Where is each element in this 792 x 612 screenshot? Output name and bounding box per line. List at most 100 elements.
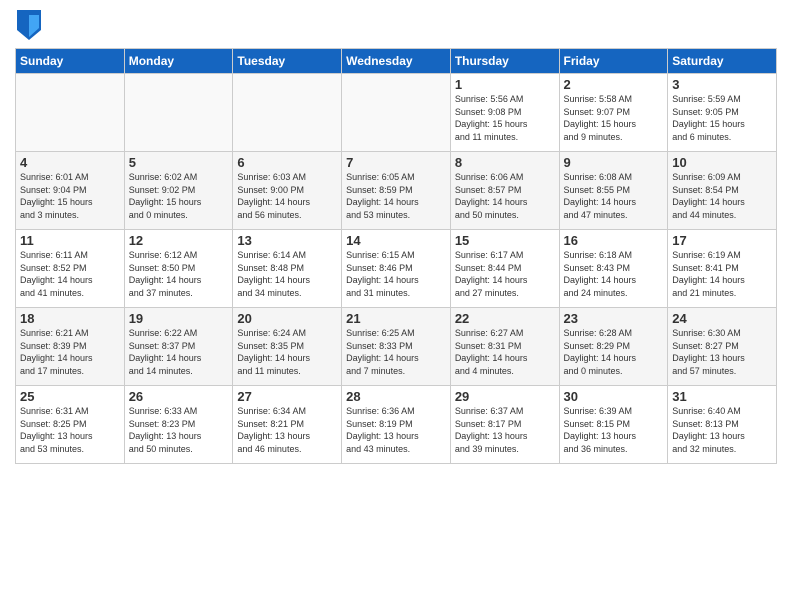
calendar-week-3: 11Sunrise: 6:11 AM Sunset: 8:52 PM Dayli… [16, 230, 777, 308]
calendar-cell: 9Sunrise: 6:08 AM Sunset: 8:55 PM Daylig… [559, 152, 668, 230]
day-info: Sunrise: 6:31 AM Sunset: 8:25 PM Dayligh… [20, 405, 120, 455]
day-number: 20 [237, 311, 337, 326]
calendar-cell: 11Sunrise: 6:11 AM Sunset: 8:52 PM Dayli… [16, 230, 125, 308]
day-info: Sunrise: 6:03 AM Sunset: 9:00 PM Dayligh… [237, 171, 337, 221]
calendar-week-5: 25Sunrise: 6:31 AM Sunset: 8:25 PM Dayli… [16, 386, 777, 464]
calendar-cell: 14Sunrise: 6:15 AM Sunset: 8:46 PM Dayli… [342, 230, 451, 308]
day-number: 18 [20, 311, 120, 326]
day-number: 23 [564, 311, 664, 326]
calendar-week-2: 4Sunrise: 6:01 AM Sunset: 9:04 PM Daylig… [16, 152, 777, 230]
day-number: 31 [672, 389, 772, 404]
calendar-cell [16, 74, 125, 152]
day-number: 29 [455, 389, 555, 404]
header-saturday: Saturday [668, 49, 777, 74]
day-info: Sunrise: 6:05 AM Sunset: 8:59 PM Dayligh… [346, 171, 446, 221]
day-number: 12 [129, 233, 229, 248]
day-info: Sunrise: 6:11 AM Sunset: 8:52 PM Dayligh… [20, 249, 120, 299]
calendar-cell: 18Sunrise: 6:21 AM Sunset: 8:39 PM Dayli… [16, 308, 125, 386]
day-info: Sunrise: 6:39 AM Sunset: 8:15 PM Dayligh… [564, 405, 664, 455]
calendar-week-4: 18Sunrise: 6:21 AM Sunset: 8:39 PM Dayli… [16, 308, 777, 386]
calendar-cell: 15Sunrise: 6:17 AM Sunset: 8:44 PM Dayli… [450, 230, 559, 308]
day-info: Sunrise: 6:12 AM Sunset: 8:50 PM Dayligh… [129, 249, 229, 299]
day-number: 22 [455, 311, 555, 326]
header-tuesday: Tuesday [233, 49, 342, 74]
day-info: Sunrise: 6:33 AM Sunset: 8:23 PM Dayligh… [129, 405, 229, 455]
calendar-cell: 4Sunrise: 6:01 AM Sunset: 9:04 PM Daylig… [16, 152, 125, 230]
calendar-cell: 1Sunrise: 5:56 AM Sunset: 9:08 PM Daylig… [450, 74, 559, 152]
day-number: 21 [346, 311, 446, 326]
day-number: 27 [237, 389, 337, 404]
day-number: 15 [455, 233, 555, 248]
calendar-week-1: 1Sunrise: 5:56 AM Sunset: 9:08 PM Daylig… [16, 74, 777, 152]
header-wednesday: Wednesday [342, 49, 451, 74]
day-number: 25 [20, 389, 120, 404]
calendar-cell: 24Sunrise: 6:30 AM Sunset: 8:27 PM Dayli… [668, 308, 777, 386]
day-number: 24 [672, 311, 772, 326]
day-info: Sunrise: 6:34 AM Sunset: 8:21 PM Dayligh… [237, 405, 337, 455]
calendar-cell [342, 74, 451, 152]
day-number: 9 [564, 155, 664, 170]
calendar-cell [124, 74, 233, 152]
header-thursday: Thursday [450, 49, 559, 74]
day-number: 8 [455, 155, 555, 170]
day-number: 6 [237, 155, 337, 170]
day-info: Sunrise: 5:58 AM Sunset: 9:07 PM Dayligh… [564, 93, 664, 143]
day-info: Sunrise: 6:15 AM Sunset: 8:46 PM Dayligh… [346, 249, 446, 299]
header-monday: Monday [124, 49, 233, 74]
day-number: 4 [20, 155, 120, 170]
calendar-cell: 2Sunrise: 5:58 AM Sunset: 9:07 PM Daylig… [559, 74, 668, 152]
calendar-cell: 17Sunrise: 6:19 AM Sunset: 8:41 PM Dayli… [668, 230, 777, 308]
calendar-cell: 25Sunrise: 6:31 AM Sunset: 8:25 PM Dayli… [16, 386, 125, 464]
day-number: 13 [237, 233, 337, 248]
day-number: 5 [129, 155, 229, 170]
day-number: 7 [346, 155, 446, 170]
day-info: Sunrise: 6:06 AM Sunset: 8:57 PM Dayligh… [455, 171, 555, 221]
logo [15, 10, 41, 40]
calendar-cell: 6Sunrise: 6:03 AM Sunset: 9:00 PM Daylig… [233, 152, 342, 230]
day-info: Sunrise: 6:30 AM Sunset: 8:27 PM Dayligh… [672, 327, 772, 377]
calendar-cell: 8Sunrise: 6:06 AM Sunset: 8:57 PM Daylig… [450, 152, 559, 230]
day-info: Sunrise: 5:56 AM Sunset: 9:08 PM Dayligh… [455, 93, 555, 143]
calendar-cell: 3Sunrise: 5:59 AM Sunset: 9:05 PM Daylig… [668, 74, 777, 152]
day-number: 17 [672, 233, 772, 248]
calendar-header-row: SundayMondayTuesdayWednesdayThursdayFrid… [16, 49, 777, 74]
calendar-cell: 21Sunrise: 6:25 AM Sunset: 8:33 PM Dayli… [342, 308, 451, 386]
day-info: Sunrise: 6:01 AM Sunset: 9:04 PM Dayligh… [20, 171, 120, 221]
day-number: 11 [20, 233, 120, 248]
day-number: 14 [346, 233, 446, 248]
day-info: Sunrise: 6:28 AM Sunset: 8:29 PM Dayligh… [564, 327, 664, 377]
day-info: Sunrise: 6:19 AM Sunset: 8:41 PM Dayligh… [672, 249, 772, 299]
calendar-table: SundayMondayTuesdayWednesdayThursdayFrid… [15, 48, 777, 464]
day-info: Sunrise: 6:18 AM Sunset: 8:43 PM Dayligh… [564, 249, 664, 299]
day-info: Sunrise: 6:25 AM Sunset: 8:33 PM Dayligh… [346, 327, 446, 377]
day-info: Sunrise: 6:37 AM Sunset: 8:17 PM Dayligh… [455, 405, 555, 455]
day-number: 28 [346, 389, 446, 404]
day-info: Sunrise: 6:08 AM Sunset: 8:55 PM Dayligh… [564, 171, 664, 221]
calendar-cell: 5Sunrise: 6:02 AM Sunset: 9:02 PM Daylig… [124, 152, 233, 230]
day-info: Sunrise: 6:24 AM Sunset: 8:35 PM Dayligh… [237, 327, 337, 377]
calendar-cell: 30Sunrise: 6:39 AM Sunset: 8:15 PM Dayli… [559, 386, 668, 464]
calendar-cell: 23Sunrise: 6:28 AM Sunset: 8:29 PM Dayli… [559, 308, 668, 386]
calendar-cell: 22Sunrise: 6:27 AM Sunset: 8:31 PM Dayli… [450, 308, 559, 386]
day-info: Sunrise: 6:09 AM Sunset: 8:54 PM Dayligh… [672, 171, 772, 221]
day-number: 19 [129, 311, 229, 326]
day-info: Sunrise: 6:40 AM Sunset: 8:13 PM Dayligh… [672, 405, 772, 455]
header-friday: Friday [559, 49, 668, 74]
day-number: 10 [672, 155, 772, 170]
calendar-cell: 27Sunrise: 6:34 AM Sunset: 8:21 PM Dayli… [233, 386, 342, 464]
calendar-cell: 26Sunrise: 6:33 AM Sunset: 8:23 PM Dayli… [124, 386, 233, 464]
calendar-cell: 16Sunrise: 6:18 AM Sunset: 8:43 PM Dayli… [559, 230, 668, 308]
day-info: Sunrise: 6:27 AM Sunset: 8:31 PM Dayligh… [455, 327, 555, 377]
day-number: 1 [455, 77, 555, 92]
calendar-cell: 13Sunrise: 6:14 AM Sunset: 8:48 PM Dayli… [233, 230, 342, 308]
day-info: Sunrise: 6:14 AM Sunset: 8:48 PM Dayligh… [237, 249, 337, 299]
header-sunday: Sunday [16, 49, 125, 74]
day-info: Sunrise: 6:22 AM Sunset: 8:37 PM Dayligh… [129, 327, 229, 377]
calendar-cell: 10Sunrise: 6:09 AM Sunset: 8:54 PM Dayli… [668, 152, 777, 230]
calendar-cell: 19Sunrise: 6:22 AM Sunset: 8:37 PM Dayli… [124, 308, 233, 386]
calendar-cell: 7Sunrise: 6:05 AM Sunset: 8:59 PM Daylig… [342, 152, 451, 230]
day-number: 26 [129, 389, 229, 404]
page-header [15, 10, 777, 40]
day-number: 30 [564, 389, 664, 404]
day-info: Sunrise: 6:17 AM Sunset: 8:44 PM Dayligh… [455, 249, 555, 299]
